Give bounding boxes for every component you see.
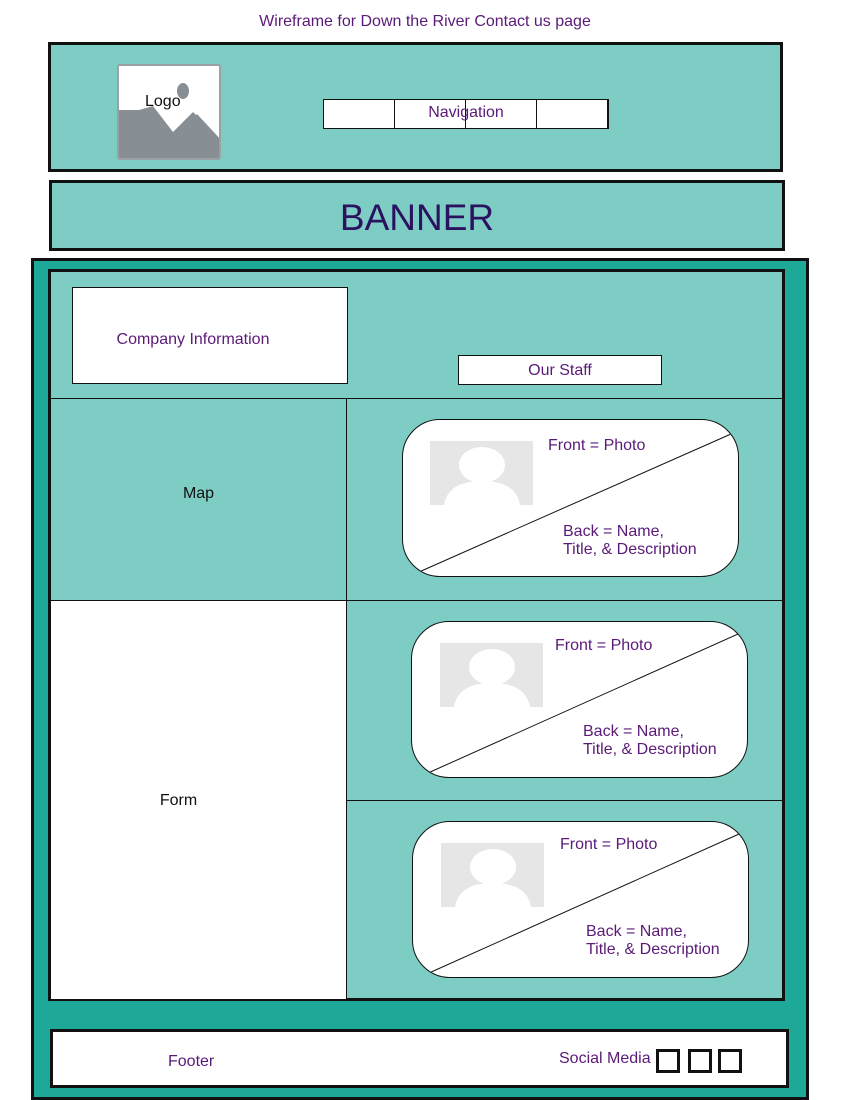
social-media-icon[interactable]	[718, 1049, 742, 1073]
back-label: Back = Name, Title, & Description	[583, 723, 717, 759]
back-label-line2: Title, & Description	[583, 741, 717, 758]
staff-photo	[430, 441, 533, 505]
back-label-line2: Title, & Description	[563, 541, 697, 558]
back-label-line1: Back = Name,	[586, 923, 687, 940]
divider	[346, 398, 347, 1000]
banner: BANNER	[49, 180, 785, 251]
staff-photo	[441, 843, 544, 907]
image-placeholder-icon	[119, 66, 219, 158]
person-placeholder-icon	[441, 843, 544, 907]
logo[interactable]: Logo	[117, 64, 221, 160]
back-label-line1: Back = Name,	[563, 523, 664, 540]
person-placeholder-icon	[440, 643, 543, 707]
social-media-icon[interactable]	[688, 1049, 712, 1073]
social-media-icon[interactable]	[656, 1049, 680, 1073]
our-staff-button[interactable]: Our Staff	[458, 355, 662, 385]
back-label-line1: Back = Name,	[583, 723, 684, 740]
divider	[51, 398, 782, 399]
staff-photo	[440, 643, 543, 707]
banner-label: BANNER	[339, 197, 495, 238]
page-title: Wireframe for Down the River Contact us …	[259, 13, 591, 30]
front-label: Front = Photo	[560, 836, 658, 853]
navigation-label: Navigation	[428, 104, 504, 121]
company-information-box: Company Information	[72, 287, 348, 384]
logo-label: Logo	[145, 93, 181, 110]
footer-label: Footer	[168, 1053, 215, 1070]
footer: Footer Social Media	[50, 1029, 789, 1088]
back-label: Back = Name, Title, & Description	[563, 523, 697, 559]
company-information-label: Company Information	[116, 331, 270, 348]
front-label: Front = Photo	[548, 437, 646, 454]
social-media-label: Social Media	[559, 1050, 651, 1067]
header: Logo Navigation	[48, 42, 783, 172]
map-label: Map	[182, 485, 215, 502]
staff-card[interactable]: Front = Photo Back = Name, Title, & Desc…	[402, 419, 739, 577]
front-label: Front = Photo	[555, 637, 653, 654]
form-label: Form	[159, 792, 198, 809]
back-label-line2: Title, & Description	[586, 941, 720, 958]
back-label: Back = Name, Title, & Description	[586, 923, 720, 959]
person-placeholder-icon	[430, 441, 533, 505]
staff-card[interactable]: Front = Photo Back = Name, Title, & Desc…	[412, 821, 749, 978]
navigation-bar[interactable]: Navigation	[323, 99, 609, 129]
our-staff-label: Our Staff	[528, 362, 592, 379]
divider	[346, 800, 782, 801]
staff-card[interactable]: Front = Photo Back = Name, Title, & Desc…	[411, 621, 748, 778]
